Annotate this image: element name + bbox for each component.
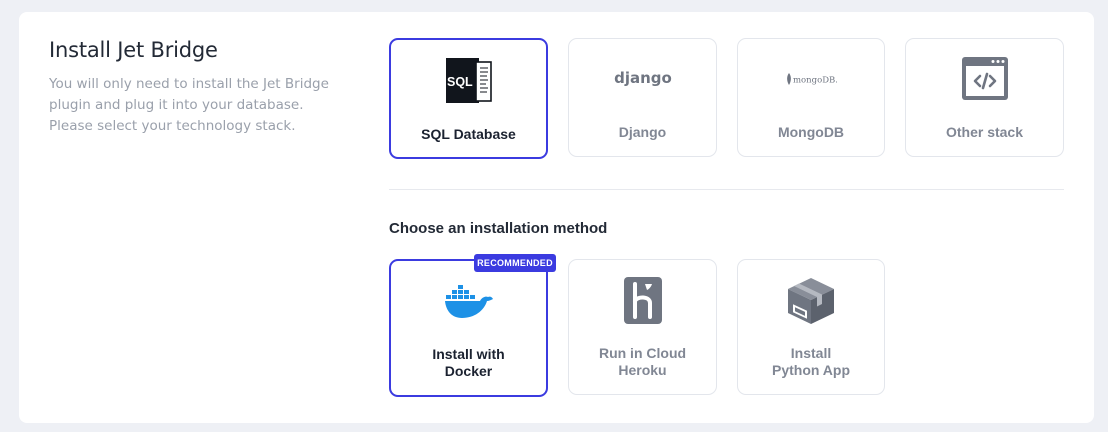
method-card-heroku[interactable]: Run in Cloud Heroku bbox=[568, 259, 717, 395]
installation-method-title: Choose an installation method bbox=[389, 220, 608, 237]
page-description: You will only need to install the Jet Br… bbox=[49, 76, 329, 134]
page-title: Install Jet Bridge bbox=[49, 38, 218, 62]
recommended-badge: RECOMMENDED bbox=[474, 254, 556, 272]
stack-label: Other stack bbox=[945, 124, 1024, 140]
stack-label: SQL Database bbox=[421, 126, 516, 142]
method-card-python[interactable]: Install Python App bbox=[737, 259, 885, 395]
stack-card-mongodb[interactable]: mongoDB. MongoDB bbox=[737, 38, 885, 157]
django-logo-icon: django bbox=[613, 67, 673, 94]
svg-text:mongoDB.: mongoDB. bbox=[793, 76, 837, 86]
method-label: Install Python App bbox=[771, 345, 851, 378]
method-label: Install with Docker bbox=[432, 346, 505, 379]
sql-database-icon: SQL bbox=[445, 57, 493, 110]
method-card-docker[interactable]: Install with Docker bbox=[389, 259, 548, 397]
stack-label: Django bbox=[618, 124, 667, 140]
stack-card-django[interactable]: django Django bbox=[568, 38, 717, 157]
svg-text:django: django bbox=[614, 69, 672, 87]
stack-card-sql-database[interactable]: SQL SQL Database bbox=[389, 38, 548, 159]
code-window-icon bbox=[961, 56, 1009, 106]
docker-whale-icon bbox=[444, 283, 494, 324]
stack-label: MongoDB bbox=[777, 124, 845, 140]
method-label: Run in Cloud Heroku bbox=[598, 345, 687, 378]
section-divider bbox=[389, 189, 1064, 190]
svg-text:SQL: SQL bbox=[447, 75, 473, 89]
stack-card-other[interactable]: Other stack bbox=[905, 38, 1064, 157]
heroku-icon bbox=[623, 276, 663, 330]
mongodb-logo-icon: mongoDB. bbox=[785, 71, 838, 92]
python-package-icon bbox=[786, 276, 836, 331]
